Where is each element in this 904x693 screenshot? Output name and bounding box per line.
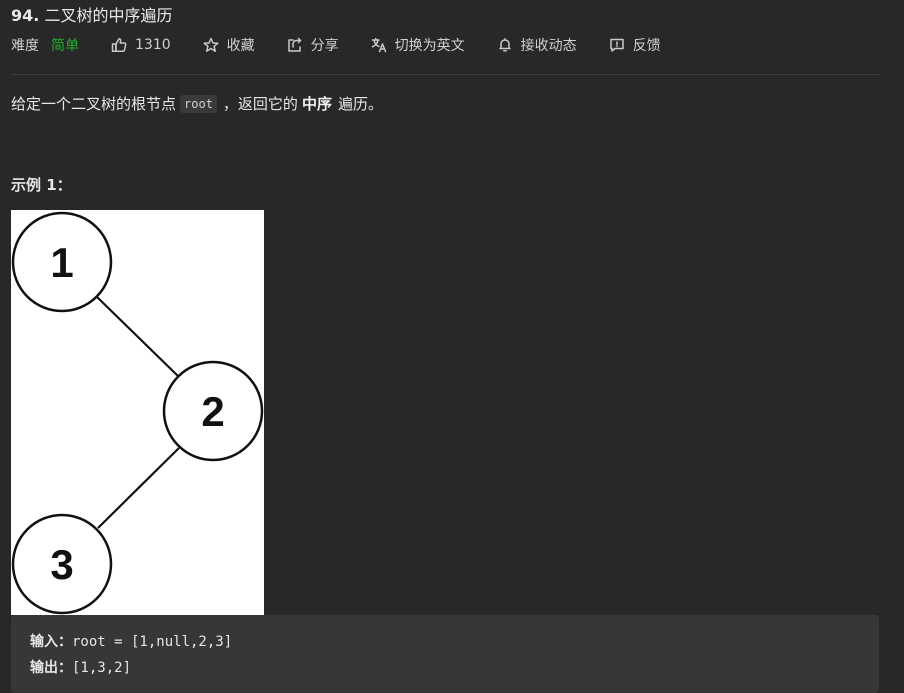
favorite-button[interactable]: 收藏 xyxy=(203,35,255,55)
problem-description: 给定一个二叉树的根节点 root ，返回它的 中序 遍历。 xyxy=(11,93,383,114)
description-code-root: root xyxy=(180,94,217,113)
problem-number: 94. xyxy=(11,6,40,25)
share-button[interactable]: 分享 xyxy=(287,35,339,55)
example-code-block: 输入：root = [1,null,2,3] 输出：[1,3,2] xyxy=(11,615,879,693)
like-count: 1310 xyxy=(135,37,171,53)
feedback-label: 反馈 xyxy=(632,38,661,54)
feedback-icon xyxy=(609,38,624,52)
share-icon xyxy=(287,37,301,52)
subscribe-button[interactable]: 接收动态 xyxy=(497,35,577,55)
feedback-button[interactable]: 反馈 xyxy=(609,35,661,55)
description-bold: 中序 xyxy=(301,95,332,113)
tree-edge-2-3 xyxy=(97,447,180,529)
star-icon xyxy=(203,37,219,52)
bell-icon xyxy=(498,38,511,52)
tree-node-label-2: 2 xyxy=(201,388,224,435)
example-input-value: root = [1,null,2,3] xyxy=(72,634,233,650)
like-button[interactable]: 1310 xyxy=(111,37,171,53)
example-title: 示例 1： xyxy=(11,176,72,194)
description-suffix: 遍历。 xyxy=(337,95,383,113)
example-output-line: 输出：[1,3,2] xyxy=(30,657,131,677)
header-divider xyxy=(11,74,879,75)
translate-button[interactable]: 切换为英文 xyxy=(371,35,465,55)
tree-node-label-3: 3 xyxy=(50,541,73,588)
tree-edge-1-2 xyxy=(96,296,180,378)
subscribe-label: 接收动态 xyxy=(520,38,577,54)
description-middle: ，返回它的 xyxy=(222,95,298,113)
example-output-value: [1,3,2] xyxy=(72,660,132,676)
problem-name: 二叉树的中序遍历 xyxy=(44,6,173,25)
thumbs-up-icon xyxy=(111,38,127,52)
favorite-label: 收藏 xyxy=(226,38,255,54)
tree-node-label-1: 1 xyxy=(50,239,73,286)
problem-meta-bar: 难度 简单 1310 收藏 分享 切换为英文 接收动态 反馈 xyxy=(11,35,693,55)
example-output-label: 输出： xyxy=(30,660,72,676)
translate-icon xyxy=(371,37,386,53)
example-input-line: 输入：root = [1,null,2,3] xyxy=(30,631,232,651)
example-input-label: 输入： xyxy=(30,634,72,650)
problem-title: 94. 二叉树的中序遍历 xyxy=(11,2,172,26)
share-label: 分享 xyxy=(310,38,339,54)
description-prefix: 给定一个二叉树的根节点 xyxy=(11,95,177,113)
difficulty-badge: 简单 xyxy=(51,38,79,54)
difficulty-label: 难度 xyxy=(11,38,39,54)
example-tree-image: 1 2 3 xyxy=(11,210,264,615)
translate-label: 切换为英文 xyxy=(394,38,465,54)
